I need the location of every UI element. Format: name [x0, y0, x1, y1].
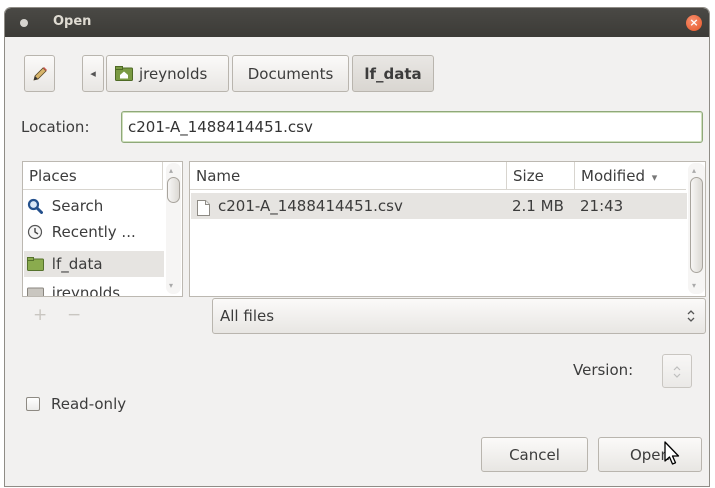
breadcrumb-lf-data[interactable]: lf_data [352, 55, 434, 92]
updown-arrow-icon [687, 308, 695, 324]
place-label: Search [51, 197, 104, 215]
document-icon [197, 198, 210, 216]
column-header-name[interactable]: Name [190, 162, 506, 190]
place-label: jreynolds [51, 284, 121, 297]
file-name: c201-A_1488414451.csv [218, 197, 403, 215]
mouse-cursor-icon [663, 441, 681, 468]
column-header-modified[interactable]: Modified ▾ [575, 162, 686, 190]
breadcrumb-label: Documents [247, 64, 334, 83]
window-title: Open [53, 14, 92, 29]
scroll-up-arrow[interactable]: ▴ [692, 166, 696, 175]
home-folder-icon [115, 66, 133, 81]
sort-descending-icon: ▾ [651, 171, 658, 184]
chevron-left-icon: ◂ [90, 67, 96, 80]
table-row[interactable]: c201-A_1488414451.csv 2.1 MB 21:43 [191, 193, 687, 219]
place-label: lf_data [51, 255, 103, 273]
files-scrollbar[interactable]: ▴ ▾ [688, 163, 705, 294]
file-list: Name Size Modified ▾ c201-A_1488414451.c… [189, 161, 706, 297]
filter-value: All files [220, 307, 275, 325]
close-button[interactable]: × [686, 15, 702, 31]
pencil-icon [25, 56, 54, 91]
readonly-checkbox[interactable] [26, 397, 40, 411]
version-selector[interactable] [662, 354, 692, 388]
places-scrollbar[interactable]: ▴ ▾ [166, 163, 181, 294]
open-dialog: Open × ◂ jreynolds Documents lf_data Loc… [5, 8, 709, 486]
version-label: Version: [573, 361, 634, 379]
open-button[interactable]: Open [598, 437, 702, 472]
place-item-recent[interactable]: Recently ... [23, 219, 164, 245]
file-modified: 21:43 [580, 197, 624, 215]
place-item-lf-data[interactable]: lf_data [24, 251, 164, 277]
updown-arrow-icon [673, 364, 681, 380]
places-header: Places [23, 162, 163, 190]
place-label: Recently ... [51, 223, 136, 241]
add-place-button[interactable]: + [33, 305, 47, 325]
folder-icon [27, 253, 44, 271]
place-item-jreynolds[interactable]: jreynolds [23, 280, 164, 297]
breadcrumb-jreynolds[interactable]: jreynolds [106, 55, 229, 92]
scroll-up-arrow[interactable]: ▴ [169, 166, 173, 175]
breadcrumb-label: jreynolds [139, 64, 208, 83]
places-sidebar: Places Search Recently ... lf_data jreyn… [22, 161, 183, 297]
remove-place-button[interactable]: − [67, 305, 81, 325]
place-item-search[interactable]: Search [23, 193, 164, 219]
folder-icon [27, 282, 44, 296]
location-input[interactable]: c201-A_1488414451.csv [121, 111, 703, 143]
breadcrumb-label: lf_data [364, 64, 422, 83]
column-header-size[interactable]: Size [507, 162, 574, 190]
scroll-down-arrow[interactable]: ▾ [169, 281, 173, 290]
location-label: Location: [21, 118, 90, 136]
recent-clock-icon [27, 222, 43, 240]
places-scrollbar-thumb[interactable] [167, 177, 180, 203]
readonly-label: Read-only [51, 395, 127, 413]
files-scrollbar-thumb[interactable] [690, 177, 703, 273]
path-back-button[interactable]: ◂ [82, 55, 104, 92]
window-menu-icon[interactable] [20, 19, 28, 27]
file-type-filter[interactable]: All files [212, 298, 706, 334]
search-icon [27, 196, 43, 214]
scroll-down-arrow[interactable]: ▾ [692, 281, 696, 290]
file-size: 2.1 MB [512, 197, 564, 215]
cancel-button[interactable]: Cancel [481, 437, 588, 472]
breadcrumb-documents[interactable]: Documents [232, 55, 349, 92]
edit-location-button[interactable] [24, 55, 55, 92]
title-bar: Open × [5, 8, 709, 37]
